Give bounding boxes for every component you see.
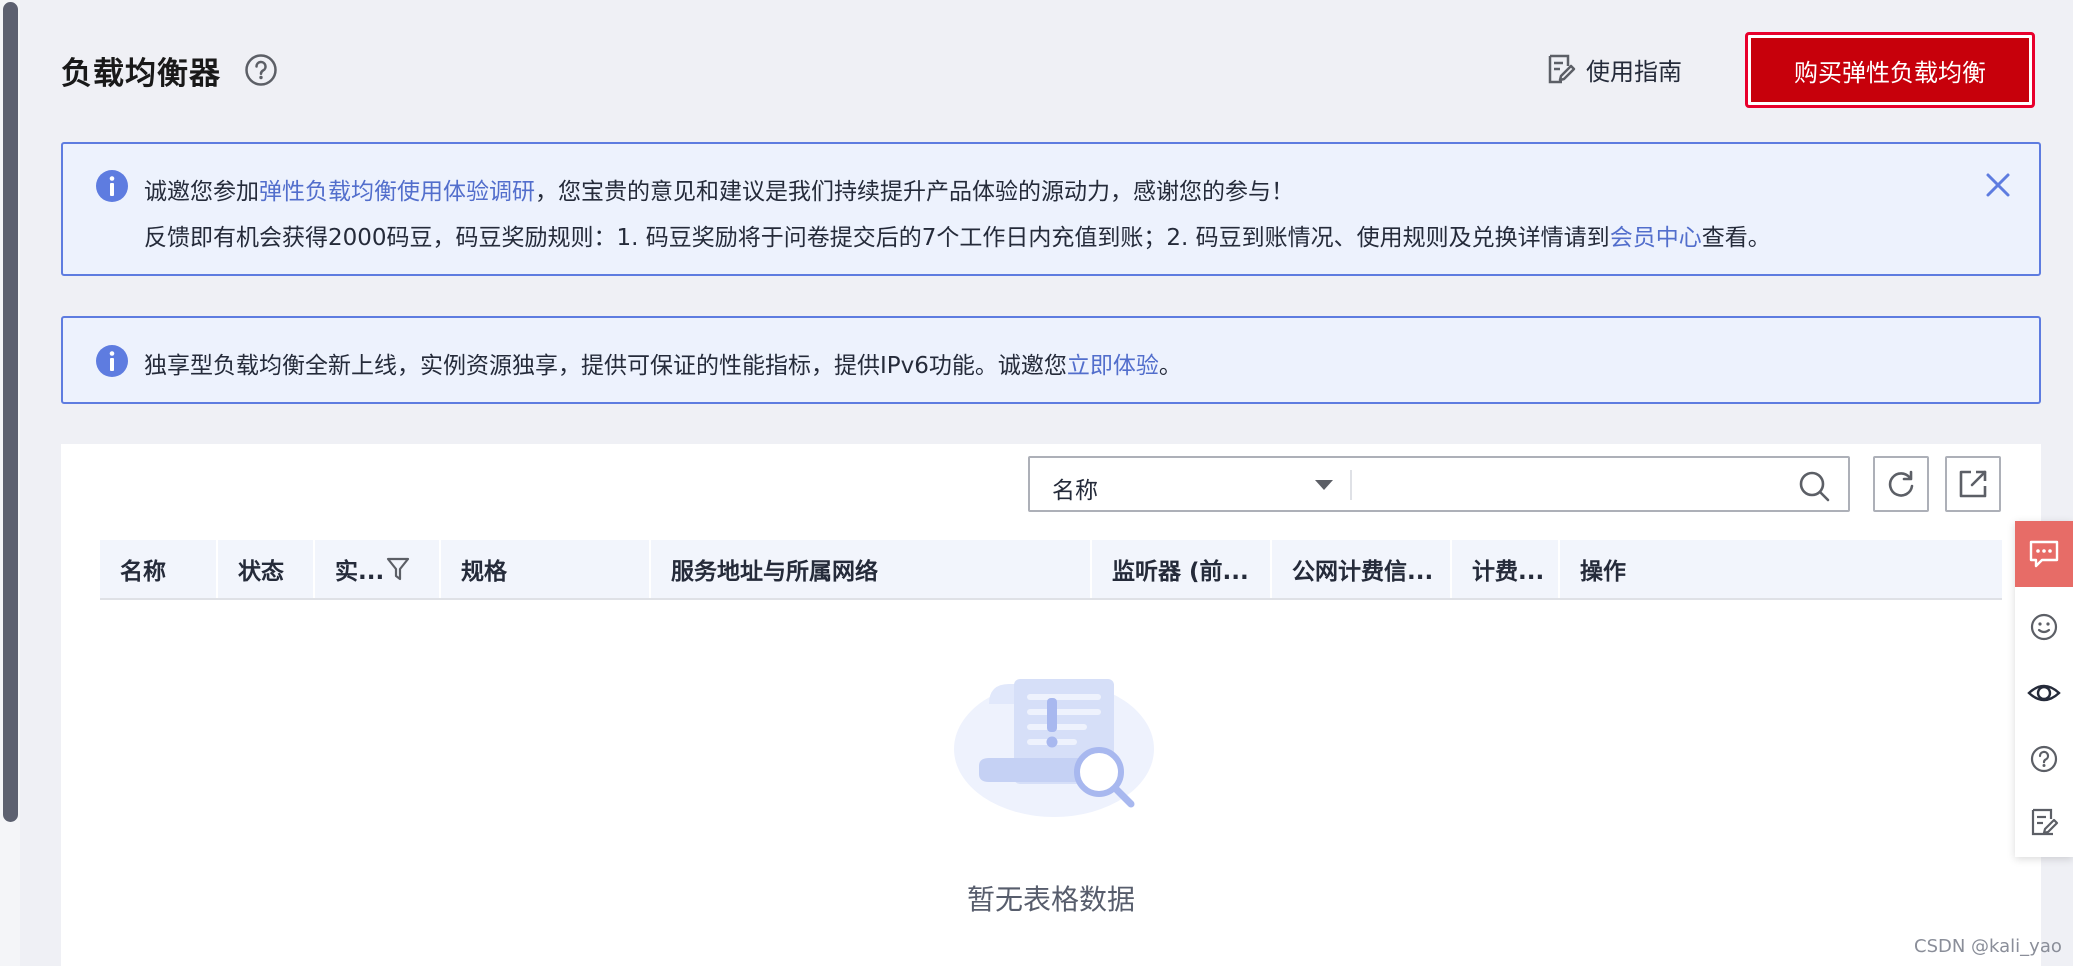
vertical-scrollbar[interactable] bbox=[0, 0, 20, 966]
buy-elb-button-label: 购买弹性负载均衡 bbox=[1751, 38, 2029, 102]
help-button[interactable] bbox=[2015, 726, 2073, 792]
column-header-label: 操作 bbox=[1580, 559, 1626, 585]
survey-link[interactable]: 弹性负载均衡使用体验调研 bbox=[259, 179, 535, 205]
column-header-label: 实... bbox=[335, 559, 385, 585]
question-circle-icon[interactable] bbox=[244, 53, 278, 87]
edit-note-icon bbox=[2031, 808, 2059, 836]
page: 负载均衡器 使用指南 购买弹性负载均衡 诚邀您参加弹性负载均衡使用体验调研，您宝… bbox=[0, 0, 2073, 966]
column-header-billing[interactable]: 计费... bbox=[1452, 540, 1544, 598]
help-icon bbox=[2030, 745, 2058, 773]
document-edit-icon bbox=[1548, 54, 1576, 84]
filter-divider bbox=[1350, 470, 1352, 500]
chat-button[interactable] bbox=[2015, 521, 2073, 587]
column-header-label: 服务地址与所属网络 bbox=[671, 559, 878, 585]
floating-toolbar bbox=[2015, 521, 2073, 857]
refresh-button[interactable] bbox=[1873, 456, 1929, 512]
column-header-label: 名称 bbox=[120, 559, 166, 585]
close-icon[interactable] bbox=[1985, 172, 2011, 198]
column-header-listener[interactable]: 监听器 (前... bbox=[1092, 540, 1249, 598]
member-center-link[interactable]: 会员中心 bbox=[1610, 225, 1702, 251]
info-circle-icon bbox=[96, 170, 128, 202]
column-header-label: 监听器 (前... bbox=[1112, 559, 1249, 585]
survey-notice-text: 反馈即有机会获得2000码豆，码豆奖励规则：1. 码豆奖励将于问卷提交后的7个工… bbox=[144, 225, 1610, 251]
empty-table-text: 暂无表格数据 bbox=[966, 883, 1135, 916]
refresh-icon bbox=[1888, 470, 1914, 497]
column-header-status[interactable]: 状态 bbox=[218, 540, 284, 598]
smile-icon bbox=[2030, 613, 2058, 641]
column-header-spec[interactable]: 规格 bbox=[441, 540, 507, 598]
chat-icon bbox=[2029, 540, 2059, 568]
filter-icon[interactable] bbox=[386, 556, 410, 582]
column-header-public-billing[interactable]: 公网计费信... bbox=[1272, 540, 1433, 598]
dedicated-notice-text: 。 bbox=[1158, 353, 1182, 379]
dedicated-notice-line: 独享型负载均衡全新上线，实例资源独享，提供可保证的性能指标，提供IPv6功能。诚… bbox=[144, 346, 1182, 380]
export-icon bbox=[1959, 470, 1987, 498]
buy-elb-button[interactable]: 购买弹性负载均衡 bbox=[1745, 32, 2035, 108]
export-button[interactable] bbox=[1945, 456, 2001, 512]
survey-notice-text: ，您宝贵的意见和建议是我们持续提升产品体验的源动力，感谢您的参与！ bbox=[535, 179, 1294, 205]
search-input[interactable] bbox=[1360, 464, 1780, 504]
usage-guide-link[interactable]: 使用指南 bbox=[1544, 52, 1682, 86]
dedicated-notice-text: 独享型负载均衡全新上线，实例资源独享，提供可保证的性能指标，提供IPv6功能。诚… bbox=[144, 353, 1067, 379]
column-header-label: 公网计费信... bbox=[1292, 559, 1434, 585]
feedback-button[interactable] bbox=[2015, 594, 2073, 660]
preview-button[interactable] bbox=[2015, 660, 2073, 726]
filter-field-select[interactable]: 名称 bbox=[1052, 471, 1098, 505]
survey-notice-text: 诚邀您参加 bbox=[144, 179, 259, 205]
scrollbar-thumb[interactable] bbox=[3, 2, 18, 822]
search-filter-box: 名称 bbox=[1028, 456, 1850, 512]
info-circle-icon bbox=[96, 345, 128, 377]
survey-notice: 诚邀您参加弹性负载均衡使用体验调研，您宝贵的意见和建议是我们持续提升产品体验的源… bbox=[61, 142, 2041, 276]
column-header-address[interactable]: 服务地址与所属网络 bbox=[651, 540, 878, 598]
column-header-actions: 操作 bbox=[1560, 540, 1626, 598]
page-title: 负载均衡器 bbox=[61, 56, 221, 92]
column-header-label: 规格 bbox=[461, 559, 507, 585]
survey-notice-line-2: 反馈即有机会获得2000码豆，码豆奖励规则：1. 码豆奖励将于问卷提交后的7个工… bbox=[144, 218, 1771, 252]
table-header: 名称 状态 实... 规格 服务地址与所属网络 监听器 (前... 公网计费信.… bbox=[100, 540, 2002, 600]
chevron-down-icon[interactable] bbox=[1315, 480, 1333, 490]
try-now-link[interactable]: 立即体验 bbox=[1067, 353, 1159, 379]
usage-guide-label: 使用指南 bbox=[1586, 57, 1682, 86]
notes-button[interactable] bbox=[2015, 789, 2073, 855]
survey-notice-text: 查看。 bbox=[1701, 225, 1771, 251]
column-header-label: 计费... bbox=[1472, 559, 1545, 585]
dedicated-elb-notice: 独享型负载均衡全新上线，实例资源独享，提供可保证的性能指标，提供IPv6功能。诚… bbox=[61, 316, 2041, 404]
survey-notice-line-1: 诚邀您参加弹性负载均衡使用体验调研，您宝贵的意见和建议是我们持续提升产品体验的源… bbox=[144, 172, 1294, 206]
watermark: CSDN @kali_yao bbox=[1914, 936, 2062, 957]
column-header-label: 状态 bbox=[238, 559, 284, 585]
empty-data-illustration bbox=[954, 679, 1154, 817]
column-header-instance[interactable]: 实... bbox=[315, 540, 410, 598]
elb-list-card: 名称 名称 状态 实... 规格 服务地址与所属网络 监听器 (前... 公网计… bbox=[61, 444, 2041, 966]
search-icon[interactable] bbox=[1798, 470, 1830, 502]
column-header-name[interactable]: 名称 bbox=[100, 540, 166, 598]
eye-icon bbox=[2027, 684, 2061, 702]
